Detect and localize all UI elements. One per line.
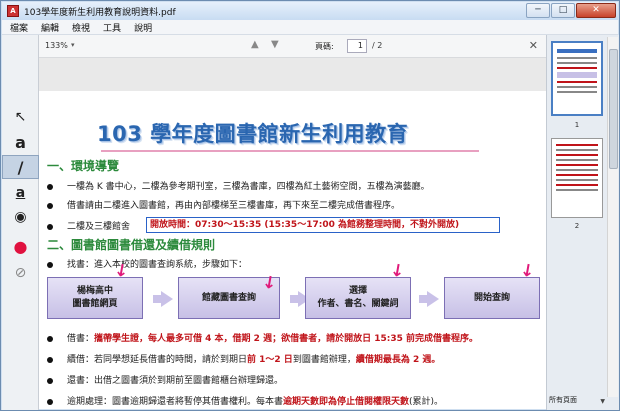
flow-step-start-search: 開始查詢 [444, 277, 540, 319]
menu-tools[interactable]: 工具 [103, 21, 121, 34]
flow-step-choose-criteria: 選擇 作者、書名、關鍵詞 [305, 277, 411, 319]
list-item-text: 逾期處理：圖書逾期歸還者將暫停其借書權利。每本書 [67, 397, 284, 407]
menu-bar: 檔案 編輯 檢視 工具 說明 [2, 20, 618, 35]
scrollbar-thumb[interactable] [609, 49, 618, 169]
bullet-icon [47, 377, 53, 384]
section-heading-1: 一、環境導覽 [47, 159, 120, 173]
textbox-tool-icon[interactable]: a [2, 181, 39, 205]
flow-step-label: 楊梅高中 [76, 286, 113, 296]
page-label: 頁碼: [315, 42, 334, 51]
overdue-rule-emphasis: 逾期天數即為停止借閱權限天數 [283, 397, 410, 407]
flow-step-label: 開始查詢 [473, 292, 510, 303]
minimize-button[interactable]: ─ [526, 3, 550, 18]
document-toolbar: 133% ▾ ▲ ▼ 頁碼: 1 / 2 ✕ [39, 35, 546, 58]
select-arrow-icon[interactable]: ↖ [2, 105, 39, 129]
flow-step-label: 館藏圖書查詢 [201, 292, 256, 303]
renew-limit-emphasis: 續借期最長為 2 週。 [355, 355, 441, 365]
title-underline [101, 150, 479, 152]
borrow-rule-emphasis: 攜帶學生證，每人最多可借 4 本，借期 2 週；欲借書者，請於開放日 15:35… [94, 334, 478, 344]
flow-arrow-icon [153, 291, 173, 307]
list-item-text: 借書： [67, 334, 95, 344]
section-heading-2: 二、圖書館圖書借還及續借規則 [47, 238, 216, 252]
page-filter-select[interactable]: 所有頁面 [549, 394, 605, 406]
list-item: 二樓及三樓館舍 [47, 219, 130, 232]
list-item-text: 還書：出借之圖書須於到期前至圖書館櫃台辦理歸還。 [67, 376, 284, 386]
page-top-margin [39, 58, 546, 91]
list-item-text: 續借：若同學想延長借書的時間，請於到期日 [67, 355, 248, 365]
bullet-icon [47, 335, 53, 342]
bullet-icon [47, 223, 53, 230]
title-bar[interactable]: A 103學年度新生利用教育說明資料.pdf ─ □ ✕ [2, 2, 618, 20]
page-total: / 2 [372, 41, 383, 50]
menu-file[interactable]: 檔案 [10, 21, 28, 34]
list-item-text: 一樓為 K 書中心，二樓為參考期刊室，三樓為書庫，四樓為紅土藝術空間，五樓為演藝… [67, 182, 430, 192]
document-title: 103 學年度圖書館新生利用教育 [97, 122, 409, 146]
bullet-icon [47, 183, 53, 190]
bullet-icon [47, 202, 53, 209]
app-window: A 103學年度新生利用教育說明資料.pdf ─ □ ✕ 檔案 編輯 檢視 工具… [0, 0, 620, 411]
zoom-select[interactable]: 133% [45, 41, 68, 50]
list-item-text: (累計)。 [409, 397, 444, 407]
list-item: 一樓為 K 書中心，二樓為參考期刊室，三樓為書庫，四樓為紅土藝術空間，五樓為演藝… [47, 179, 430, 192]
next-page-button[interactable]: ▼ [271, 39, 279, 50]
list-item-text: 到圖書館辦理， [292, 355, 356, 365]
annotation-tool-panel: ↖ a / a ◉ ● ⊘ [2, 35, 39, 410]
document-page: 103 學年度圖書館新生利用教育 一、環境導覽 一樓為 K 書中心，二樓為參考期… [39, 91, 546, 409]
list-item: 借書：攜帶學生證，每人最多可借 4 本，借期 2 週；欲借書者，請於開放日 15… [47, 331, 478, 344]
page-thumbnail-1[interactable] [551, 41, 603, 116]
menu-view[interactable]: 檢視 [72, 21, 90, 34]
bullet-icon [47, 261, 53, 268]
list-item: 還書：出借之圖書須於到期前至圖書館櫃台辦理歸還。 [47, 373, 283, 386]
list-item-text: 找書：進入本校的圖書查詢系統，步驟如下： [67, 260, 248, 270]
maximize-button[interactable]: □ [551, 3, 575, 18]
list-item: 續借：若同學想延長借書的時間，請於到期日前 1～2 日到圖書館辦理，續借期最長為… [47, 352, 440, 365]
flow-step-label: 選擇 [348, 286, 367, 296]
bullet-icon [47, 398, 53, 405]
list-item: 借書請由二樓進入圖書館，再由內部樓梯至三樓書庫，再下來至二樓完成借書程序。 [47, 198, 400, 211]
pdf-app-icon: A [7, 5, 19, 17]
window-title: 103學年度新生利用教育說明資料.pdf [24, 7, 176, 18]
page-thumbnail-2[interactable] [551, 138, 603, 218]
zoom-dropdown-icon[interactable]: ▾ [71, 41, 75, 49]
flow-step-label: 圖書館網頁 [72, 299, 118, 309]
flow-arrow-icon [419, 291, 439, 307]
close-window-button[interactable]: ✕ [576, 3, 616, 18]
bullet-icon [47, 356, 53, 363]
page-number-input[interactable]: 1 [347, 39, 367, 53]
previous-page-button[interactable]: ▲ [251, 39, 259, 50]
chevron-down-icon[interactable]: ▼ [600, 398, 605, 405]
list-item-text: 二樓及三樓館舍 [67, 222, 131, 232]
list-item: 找書：進入本校的圖書查詢系統，步驟如下： [47, 257, 247, 270]
eye-icon[interactable]: ◉ [2, 205, 39, 229]
list-item-text: 借書請由二樓進入圖書館，再由內部樓梯至三樓書庫，再下來至二樓完成借書程序。 [67, 201, 401, 211]
color-picker-icon[interactable]: ● [2, 235, 39, 259]
menu-edit[interactable]: 編輯 [41, 21, 59, 34]
flow-step-label: 作者、書名、關鍵詞 [317, 299, 399, 309]
pen-tool-icon[interactable]: / [2, 155, 39, 179]
thumbnail-scrollbar[interactable] [607, 37, 618, 397]
thumbnail-label: 2 [574, 222, 580, 230]
thumbnail-label: 1 [574, 121, 580, 129]
page-thumbnail-panel: 1 2 所有頁面 ▼ [546, 35, 619, 410]
text-tool-icon[interactable]: a [2, 131, 39, 155]
close-document-button[interactable]: ✕ [529, 39, 538, 52]
open-hours-highlight: 開放時間：07:30～15:35 (15:35～17:00 為館務整理時間，不對… [146, 217, 500, 233]
menu-help[interactable]: 說明 [134, 21, 152, 34]
eraser-icon[interactable]: ⊘ [2, 261, 39, 285]
flow-step-school-library: 楊梅高中 圖書館網頁 [47, 277, 143, 319]
renew-days-emphasis: 前 1～2 日 [247, 355, 293, 365]
list-item: 逾期處理：圖書逾期歸還者將暫停其借書權利。每本書逾期天數即為停止借閱權限天數(累… [47, 394, 443, 407]
